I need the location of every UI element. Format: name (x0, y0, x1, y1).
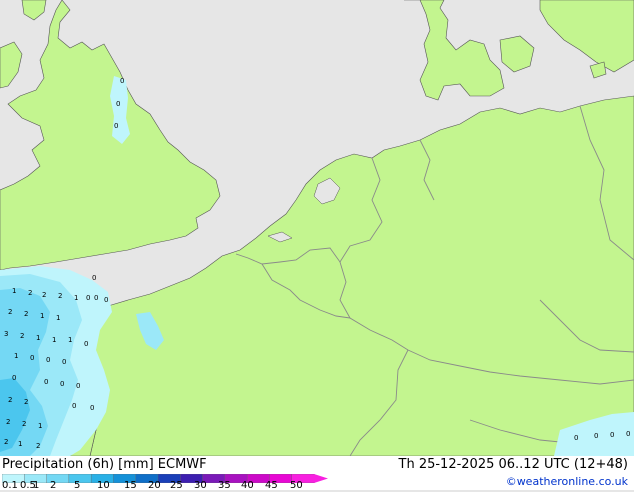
precip-value: 2 (20, 332, 24, 340)
precip-value: 0 (610, 431, 614, 439)
precip-value: 0 (594, 432, 598, 440)
precip-value: 1 (74, 294, 78, 302)
precip-value: 2 (36, 442, 40, 450)
scale-label: 35 (218, 480, 231, 491)
site-credit[interactable]: ©weatheronline.co.uk (506, 475, 628, 488)
precip-value: 2 (4, 438, 8, 446)
precip-value: 2 (58, 292, 62, 300)
precip-value: 1 (68, 336, 72, 344)
precip-value: 0 (626, 430, 630, 438)
scale-label: 25 (170, 480, 183, 491)
precip-value: 0 (94, 294, 98, 302)
precip-value: 1 (38, 422, 42, 430)
precip-value: 0 (60, 380, 64, 388)
map-canvas: 0 0 0 1 2 2 2 1 0 0 2 2 1 1 3 2 1 1 0 1 … (0, 0, 634, 490)
scale-label: 45 (265, 480, 278, 491)
scale-label: 5 (74, 480, 81, 491)
scale-label: 40 (241, 480, 254, 491)
precip-value: 2 (28, 289, 32, 297)
scale-label: 30 (194, 480, 207, 491)
precip-value: 1 (14, 352, 18, 360)
precip-value: 0 (86, 294, 90, 302)
precip-value: 2 (24, 310, 28, 318)
precip-value: 0 (84, 340, 88, 348)
precip-value: 2 (6, 418, 10, 426)
precip-value: 3 (4, 330, 8, 338)
precip-value: 2 (8, 308, 12, 316)
precip-value: 0 (30, 354, 34, 362)
precip-scale-labels: 0.1 0.5 1 2 5 10 15 20 25 30 35 40 45 50 (0, 480, 340, 492)
precip-value: 1 (52, 336, 56, 344)
precip-value: 0 (62, 358, 66, 366)
precip-value: 0 (12, 374, 16, 382)
precip-value: 2 (42, 291, 46, 299)
precip-value: 1 (56, 314, 60, 322)
scale-label: 10 (97, 480, 110, 491)
precip-value: 2 (22, 420, 26, 428)
precip-value: 2 (24, 398, 28, 406)
precip-value: 1 (18, 440, 22, 448)
precip-value: 1 (40, 312, 44, 320)
precip-value: 1 (12, 287, 16, 295)
scale-label: 15 (124, 480, 137, 491)
weather-map: 0 0 0 1 2 2 2 1 0 0 2 2 1 1 3 2 1 1 0 1 … (0, 0, 634, 492)
scale-label: 0.1 (2, 480, 18, 491)
precip-value: 0 (90, 404, 94, 412)
scale-label: 1 (33, 480, 40, 491)
forecast-time: Th 25-12-2025 06..12 UTC (12+48) (398, 457, 629, 472)
map-footer: Precipitation (6h) [mm] ECMWF Th 25-12-2… (0, 456, 634, 492)
precip-value: 0 (574, 434, 578, 442)
precip-value: 0 (120, 77, 124, 85)
precip-value: 2 (8, 396, 12, 404)
map-title: Precipitation (6h) [mm] ECMWF (2, 457, 207, 472)
precip-value: 0 (104, 296, 108, 304)
precip-value: 0 (92, 274, 96, 282)
precip-value: 0 (76, 382, 80, 390)
scale-label: 20 (148, 480, 161, 491)
precip-value: 0 (44, 378, 48, 386)
precip-value: 1 (36, 334, 40, 342)
scale-label: 50 (290, 480, 303, 491)
precip-value: 0 (72, 402, 76, 410)
precip-value: 0 (46, 356, 50, 364)
precip-value: 0 (114, 122, 118, 130)
scale-label: 2 (50, 480, 57, 491)
precip-value: 0 (116, 100, 120, 108)
